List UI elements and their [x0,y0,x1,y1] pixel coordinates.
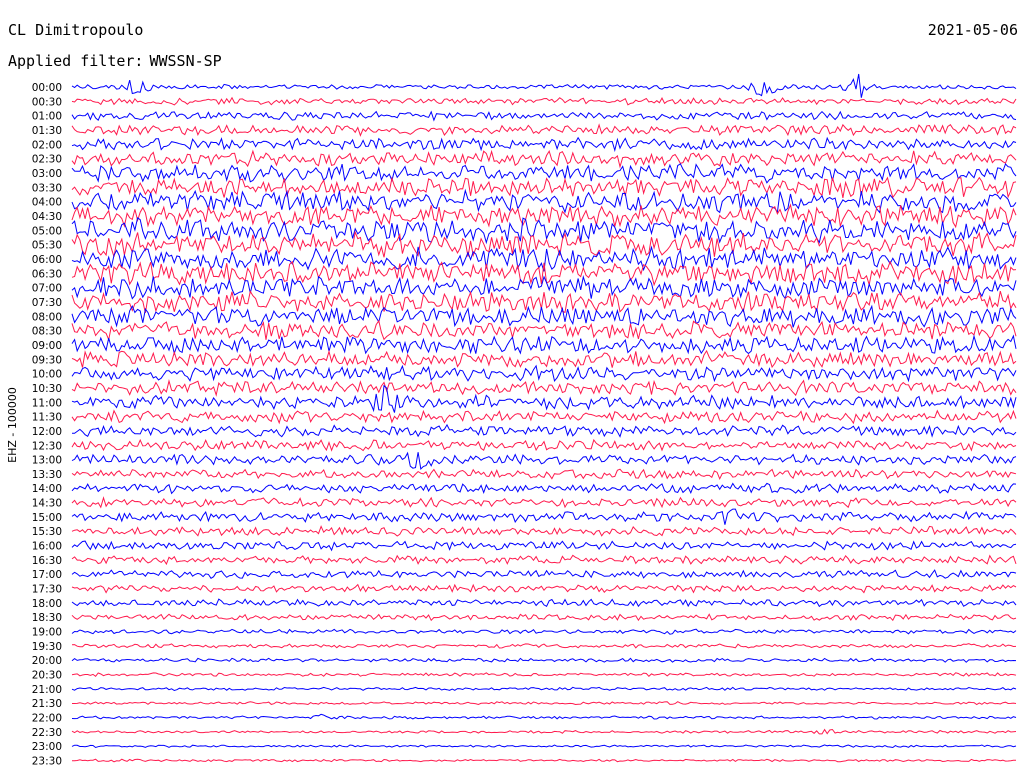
time-tick-label: 15:00 [32,512,62,524]
time-tick-label: 19:00 [32,627,62,639]
time-tick-label: 20:30 [32,670,62,682]
time-tick-label: 12:30 [32,440,62,452]
trace-row [71,136,1017,153]
trace-row [71,384,1017,413]
time-tick-label: 14:00 [32,483,62,495]
time-tick-label: 05:30 [32,240,62,252]
trace-row [72,701,1017,706]
trace-row [71,451,1017,471]
trace-row [71,508,1017,525]
time-tick-label: 00:30 [32,96,62,108]
trace-row [71,482,1017,495]
trace-row [71,657,1017,663]
trace-row [71,540,1017,552]
time-tick-label: 04:00 [32,197,62,209]
time-tick-label: 11:00 [32,397,62,409]
trace-row [71,245,1017,272]
trace-row [71,304,1017,328]
time-tick-label: 14:30 [32,498,62,510]
time-tick-label: 09:30 [32,354,62,366]
time-tick-label: 13:00 [32,455,62,467]
trace-row [71,728,1017,735]
trace-row [71,188,1017,214]
trace-row [71,438,1017,452]
trace-row [71,496,1017,509]
time-tick-label: 17:30 [32,584,62,596]
time-tick-label: 22:30 [32,727,62,739]
time-tick-label: 23:30 [32,756,62,768]
time-tick-label: 19:30 [32,641,62,653]
trace-row [71,468,1017,481]
time-tick-label: 09:00 [32,340,62,352]
trace-row [71,409,1017,425]
trace-row [71,96,1017,106]
trace-row [71,379,1017,397]
time-tick-label: 16:30 [32,555,62,567]
time-tick-label: 23:00 [32,741,62,753]
time-tick-label: 21:30 [32,698,62,710]
time-tick-label: 08:30 [32,326,62,338]
time-tick-label: 18:00 [32,598,62,610]
time-tick-label: 07:30 [32,297,62,309]
trace-row [71,569,1017,579]
time-tick-label: 18:30 [32,612,62,624]
time-tick-label: 07:00 [32,283,62,295]
trace-layer [71,73,1017,763]
trace-row [71,713,1017,720]
time-tick-label: 01:30 [32,125,62,137]
time-tick-label: 05:00 [32,225,62,237]
channel-label: EHZ - 100000 [6,387,19,463]
time-tick-label: 21:00 [32,684,62,696]
trace-row [71,643,1017,649]
trace-row [71,123,1017,137]
time-tick-label: 06:30 [32,268,62,280]
time-tick-label: 06:00 [32,254,62,266]
trace-row [71,349,1017,369]
trace-row [71,525,1017,537]
time-tick-label: 00:00 [32,82,62,94]
trace-row [71,554,1017,566]
time-tick-label: 08:00 [32,311,62,323]
time-tick-label: 15:30 [32,526,62,538]
trace-row [71,364,1017,383]
trace-row [71,149,1017,169]
trace-row [71,598,1017,608]
trace-row [71,423,1017,438]
time-tick-label: 02:00 [32,139,62,151]
time-tick-label: 01:00 [32,111,62,123]
trace-row [71,744,1017,749]
trace-row [71,73,1017,98]
time-tick-label: 11:30 [32,412,62,424]
time-tick-label: 17:00 [32,569,62,581]
trace-row [71,334,1017,356]
time-tick-label: 10:00 [32,369,62,381]
trace-row [71,686,1017,692]
time-tick-label: 04:30 [32,211,62,223]
time-tick-label: 03:00 [32,168,62,180]
time-tick-label: 02:30 [32,154,62,166]
trace-row [71,672,1017,678]
time-tick-labels: 00:00 00:30 01:00 01:30 02:00 02:30 03:00 03:30… [32,82,62,768]
trace-row [71,216,1017,245]
trace-row [71,176,1017,199]
time-tick-label: 03:30 [32,182,62,194]
time-tick-label: 20:00 [32,655,62,667]
time-tick-label: 12:00 [32,426,62,438]
helicorder-plot: 00:00 00:30 01:00 01:30 02:00 02:30 03:00 03:30… [6,73,1017,768]
time-tick-label: 22:00 [32,713,62,725]
trace-row [71,613,1017,622]
trace-row [71,758,1017,763]
trace-row [71,583,1017,594]
time-tick-label: 16:00 [32,541,62,553]
trace-row [71,628,1017,635]
time-tick-label: 13:30 [32,469,62,481]
time-tick-label: 10:30 [32,383,62,395]
trace-row [71,110,1017,122]
